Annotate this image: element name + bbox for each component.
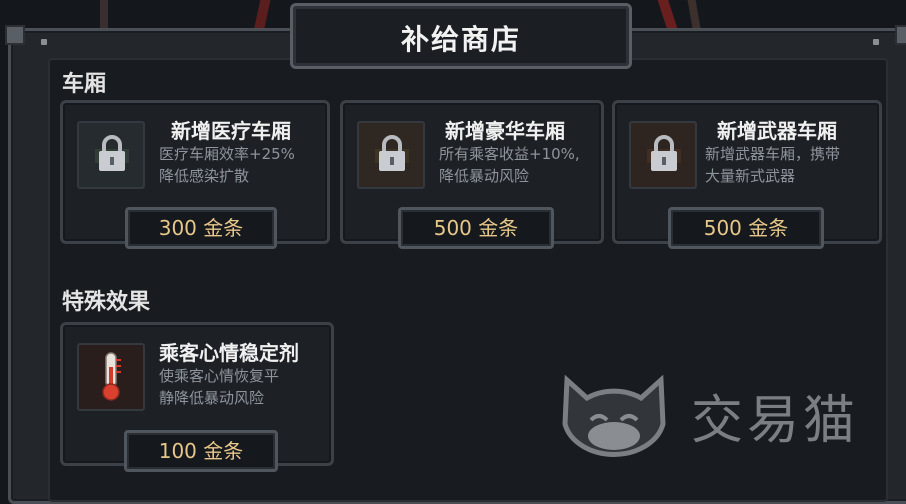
- lock-icon: [647, 135, 681, 171]
- item-name: 新增医疗车厢: [171, 119, 291, 143]
- item-icon-box: [629, 121, 697, 189]
- lock-icon: [95, 135, 129, 171]
- cat-logo-icon: [562, 374, 666, 457]
- item-description-line: 医疗车厢效率+25%: [159, 145, 295, 163]
- item-description: 新增武器车厢，携带 大量新式武器: [705, 143, 840, 187]
- section-title-special-effects: 特殊效果: [62, 290, 151, 315]
- item-name: 乘客心情稳定剂: [159, 341, 299, 365]
- thermometer-icon: [102, 352, 121, 401]
- page-title: 补给商店: [400, 23, 521, 56]
- item-description: 医疗车厢效率+25% 降低感染扩散: [159, 143, 295, 187]
- buy-button-weapon-carriage[interactable]: 500 金条: [668, 207, 824, 249]
- item-name: 新增豪华车厢: [445, 119, 565, 143]
- item-description-line: 使乘客心情恢复平: [159, 367, 280, 385]
- buy-button-mood-stabilizer[interactable]: 100 金条: [124, 430, 278, 472]
- item-description-line: 新增武器车厢，携带: [705, 145, 841, 163]
- item-icon-box: [77, 121, 145, 189]
- rivet: [873, 39, 879, 45]
- item-description-line: 所有乘客收益+10%,: [439, 145, 580, 163]
- item-description-line: 降低暴动风险: [439, 167, 530, 185]
- watermark-text: 交易猫: [691, 391, 860, 451]
- item-description-line: 大量新式武器: [705, 167, 796, 185]
- item-name: 新增武器车厢: [717, 119, 837, 143]
- rivet: [41, 39, 47, 45]
- item-description-line: 降低感染扩散: [159, 167, 250, 185]
- panel-corner: [895, 25, 906, 45]
- item-description-line: 静降低暴动风险: [159, 389, 265, 407]
- item-description: 所有乘客收益+10%, 降低暴动风险: [439, 143, 580, 187]
- lock-icon: [375, 135, 409, 171]
- buy-button-luxury-carriage[interactable]: 500 金条: [398, 207, 554, 249]
- title-plate: 补给商店: [290, 3, 632, 69]
- section-title-carriages: 车厢: [62, 72, 107, 97]
- watermark: 交易猫: [553, 362, 883, 462]
- item-icon-box: [77, 343, 145, 411]
- buy-button-medical-carriage[interactable]: 300 金条: [125, 207, 277, 249]
- panel-corner: [5, 25, 25, 45]
- item-description: 使乘客心情恢复平 静降低暴动风险: [159, 365, 279, 409]
- item-icon-box: [357, 121, 425, 189]
